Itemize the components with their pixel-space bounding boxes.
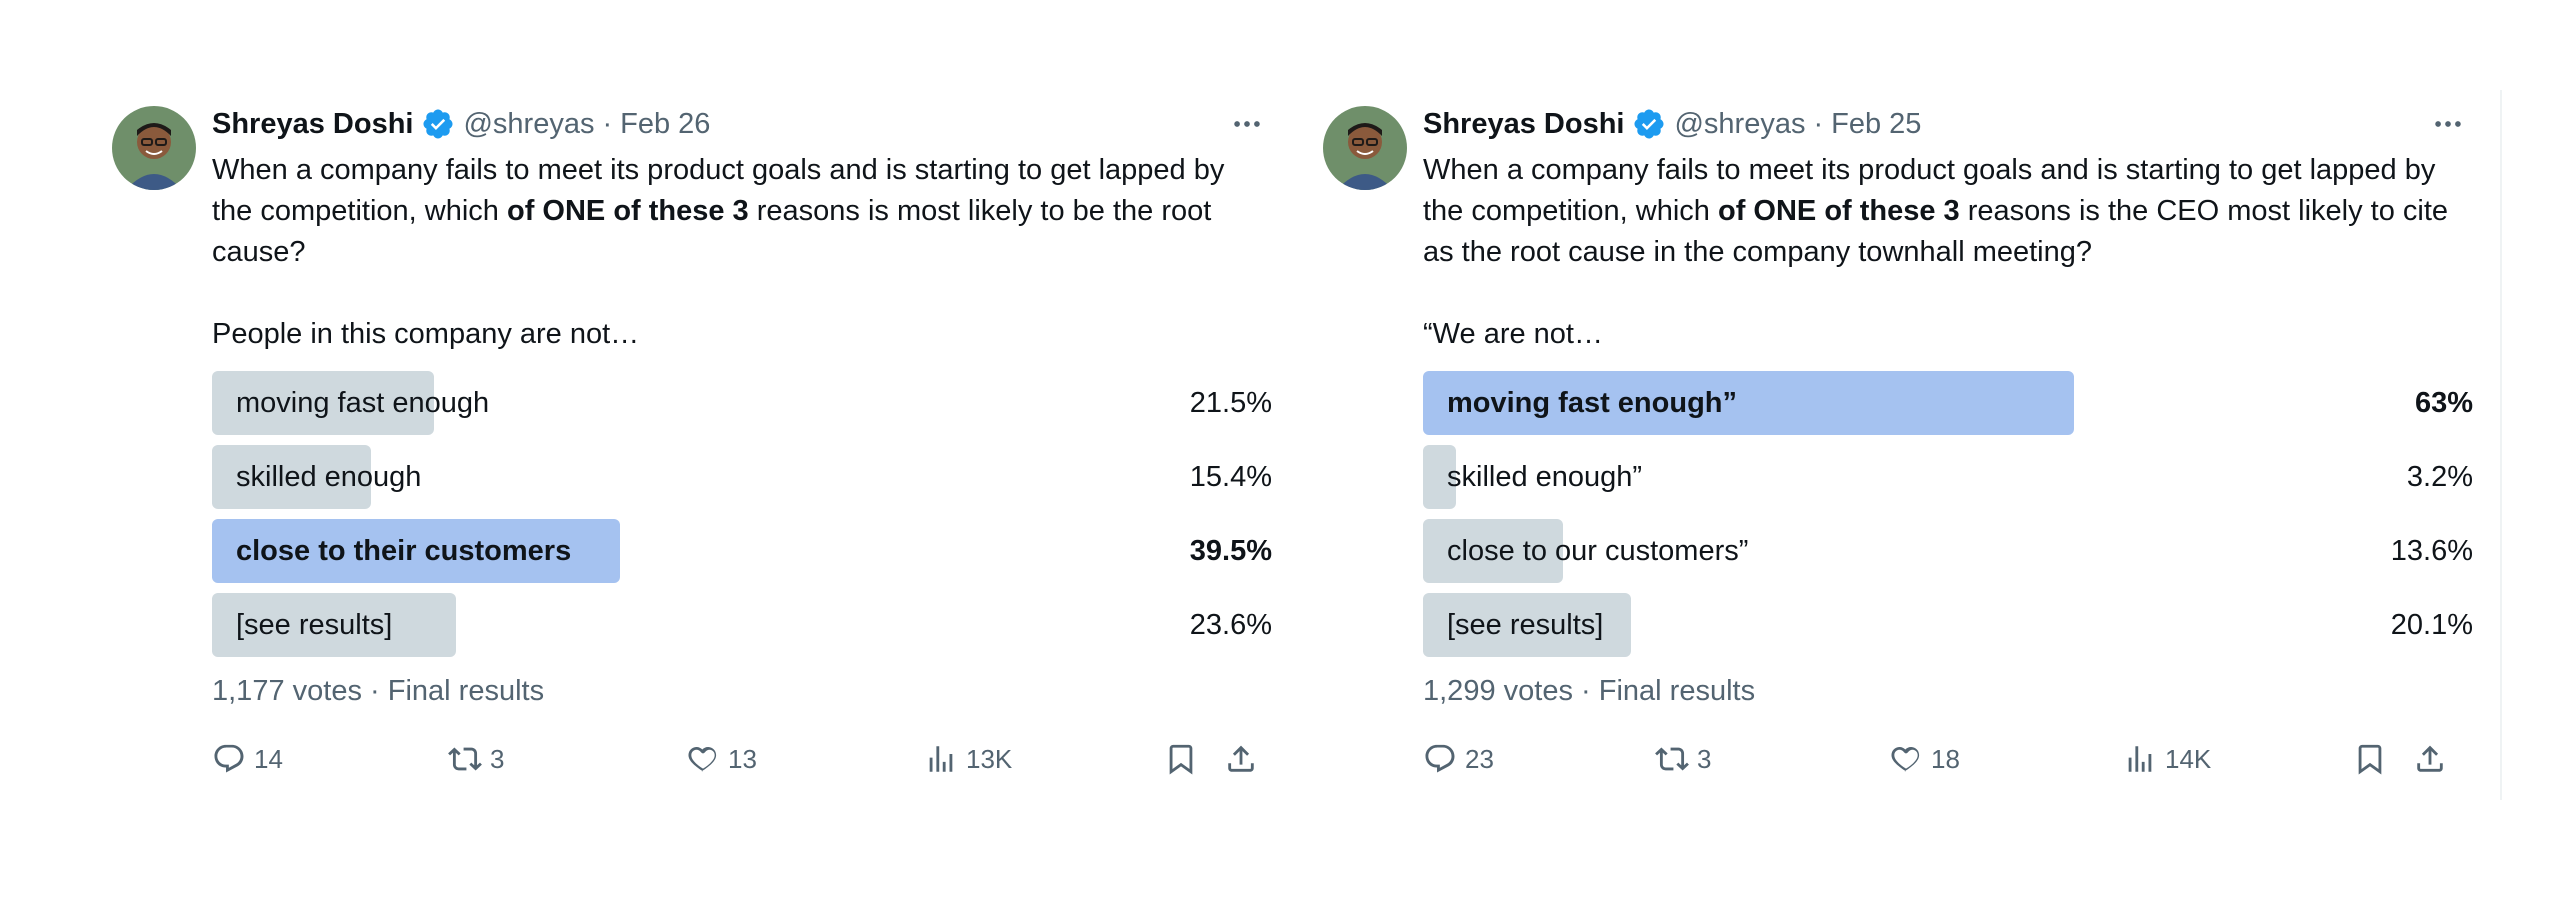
separator-dot: ·	[1581, 675, 1591, 707]
tweet-date[interactable]: Feb 26	[620, 108, 710, 141]
share-button[interactable]	[2413, 734, 2447, 784]
poll-votes: 1,299 votes	[1423, 675, 1573, 707]
poll-option-percent: 21.5%	[1189, 386, 1272, 419]
verified-badge-icon	[421, 107, 455, 141]
poll-option-percent: 63%	[2414, 386, 2473, 419]
poll-option-label: moving fast enough”	[1447, 386, 1737, 419]
repost-count: 3	[490, 743, 505, 774]
poll-option-percent: 23.6%	[1189, 608, 1272, 641]
poll-option-percent: 3.2%	[2406, 460, 2473, 493]
repost-button[interactable]: 3	[448, 734, 504, 784]
heart-icon	[1891, 746, 1920, 772]
poll-option-percent: 20.1%	[2390, 608, 2473, 641]
poll-meta: 1,299 votes · Final results	[1423, 675, 2473, 708]
tweet-date[interactable]: Feb 25	[1831, 108, 1921, 141]
repost-button[interactable]: 3	[1655, 734, 1711, 784]
share-button[interactable]	[1224, 734, 1258, 784]
poll-meta: 1,177 votes · Final results	[212, 675, 1272, 708]
more-options-icon[interactable]	[2423, 104, 2473, 144]
like-count: 18	[1931, 743, 1960, 774]
share-icon	[2417, 745, 2443, 772]
poll-option-label: [see results]	[1447, 608, 1604, 641]
poll: moving fast enough” 63% skilled enough” …	[1423, 371, 2473, 657]
poll-option: moving fast enough 21.5%	[212, 371, 1272, 435]
separator-dot: ·	[370, 675, 380, 707]
reply-button[interactable]: 14	[212, 734, 283, 784]
bookmark-icon	[1169, 744, 1193, 775]
tweet-text-lead: “We are not…	[1423, 318, 1603, 350]
bookmark-icon	[2358, 744, 2382, 775]
poll: moving fast enough 21.5% skilled enough …	[212, 371, 1272, 657]
reply-count: 23	[1465, 743, 1494, 774]
tweet-text: When a company fails to meet its product…	[212, 154, 1225, 268]
views-button[interactable]: 13K	[924, 734, 1012, 784]
views-count: 14K	[2165, 743, 2212, 774]
poll-option: [see results] 20.1%	[1423, 593, 2473, 657]
avatar[interactable]	[112, 106, 196, 190]
like-button[interactable]: 13	[686, 734, 757, 784]
repost-icon	[1655, 747, 1689, 771]
avatar[interactable]	[1323, 106, 1407, 190]
poll-option-percent: 39.5%	[1189, 534, 1272, 567]
tweet-actions: 23 3 18 14K	[1423, 734, 2473, 784]
like-button[interactable]: 18	[1889, 734, 1960, 784]
views-chart-icon	[2128, 746, 2152, 772]
share-icon	[1228, 745, 1254, 772]
poll-status: Final results	[387, 675, 545, 707]
poll-option: [see results] 23.6%	[212, 593, 1272, 657]
views-count: 13K	[966, 743, 1013, 774]
reply-icon	[1425, 744, 1455, 773]
poll-option-label: moving fast enough	[236, 386, 490, 419]
poll-option-percent: 13.6%	[2390, 534, 2473, 567]
bookmark-button[interactable]	[1164, 734, 1198, 784]
poll-option-percent: 15.4%	[1189, 460, 1272, 493]
bookmark-button[interactable]	[2353, 734, 2387, 784]
separator-dot: ·	[602, 107, 613, 140]
reply-button[interactable]: 23	[1423, 734, 1494, 784]
verified-badge-icon	[1632, 107, 1666, 141]
repost-icon	[448, 747, 482, 771]
tweet-text: When a company fails to meet its product…	[1423, 154, 2449, 268]
author-handle[interactable]: @shreyas	[463, 108, 594, 141]
separator-dot: ·	[1813, 107, 1824, 140]
poll-votes: 1,177 votes	[212, 675, 362, 707]
more-options-icon[interactable]	[1222, 104, 1272, 144]
reply-icon	[214, 744, 244, 773]
poll-option: skilled enough 15.4%	[212, 445, 1272, 509]
tweet-header: Shreyas Doshi @shreyas · Feb 26	[212, 100, 1272, 148]
reply-count: 14	[254, 743, 283, 774]
timeline-divider	[2500, 90, 2502, 800]
poll-option: close to our customers” 13.6%	[1423, 519, 2473, 583]
tweet-text-lead: People in this company are not…	[212, 318, 640, 350]
views-chart-icon	[929, 746, 953, 772]
like-count: 13	[728, 743, 757, 774]
poll-option-label: close to their customers	[236, 534, 572, 567]
author-name[interactable]: Shreyas Doshi	[1423, 108, 1624, 141]
tweet-text-bold: of ONE of these 3	[1717, 195, 1960, 227]
poll-option-label: close to our customers”	[1447, 534, 1749, 567]
author-handle[interactable]: @shreyas	[1674, 108, 1805, 141]
poll-option-label: skilled enough	[236, 460, 422, 493]
repost-count: 3	[1697, 743, 1712, 774]
tweet-header: Shreyas Doshi @shreyas · Feb 25	[1423, 100, 2473, 148]
poll-option-label: [see results]	[236, 608, 393, 641]
poll-option-winner: moving fast enough” 63%	[1423, 371, 2473, 435]
poll-option-label: skilled enough”	[1447, 460, 1643, 493]
poll-option-winner: close to their customers 39.5%	[212, 519, 1272, 583]
poll-option: skilled enough” 3.2%	[1423, 445, 2473, 509]
heart-icon	[688, 746, 717, 772]
poll-status: Final results	[1598, 675, 1756, 707]
tweet-actions: 14 3 13 13K	[212, 734, 1272, 784]
tweet-text-bold: of ONE of these 3	[506, 195, 749, 227]
views-button[interactable]: 14K	[2123, 734, 2211, 784]
author-name[interactable]: Shreyas Doshi	[212, 108, 413, 141]
